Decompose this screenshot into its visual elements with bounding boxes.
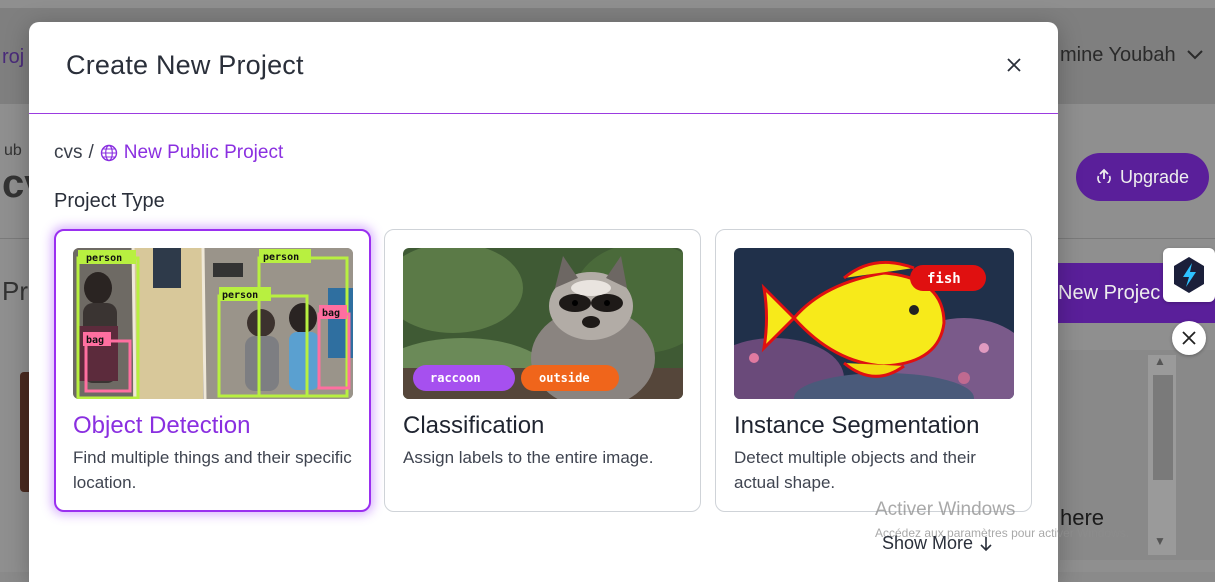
breadcrumb: cvs / New Public Project (54, 142, 283, 164)
background-section-title: Pr (2, 276, 28, 306)
arrow-down-icon (980, 536, 992, 551)
upgrade-label: Upgrade (1119, 166, 1190, 187)
label-raccoon: raccoon (430, 371, 481, 385)
instance-segmentation-preview-image: fish (734, 248, 1014, 399)
extension-badge[interactable] (1163, 248, 1215, 302)
extension-close-button[interactable] (1172, 321, 1206, 355)
card-description: Find multiple things and their specific … (73, 448, 352, 492)
create-project-modal: Create New Project cvs / New Public Proj… (29, 22, 1129, 582)
close-icon (1182, 331, 1196, 345)
upgrade-button: Upgrade (1076, 153, 1209, 201)
scroll-up-arrow-icon: ▲ (1154, 354, 1166, 368)
user-name: mine Youbah (1060, 44, 1176, 66)
upload-icon (1096, 167, 1112, 188)
project-type-card-instance-segmentation[interactable]: fish Instance Segmentation Detect multip… (715, 229, 1032, 512)
card-description: Assign labels to the entire image. (403, 448, 654, 467)
label-person-2: person (263, 252, 299, 263)
background-workspace-link: roj (2, 46, 25, 68)
globe-icon (100, 144, 117, 162)
card-title: Object Detection (73, 412, 251, 439)
modal-header: Create New Project (29, 22, 1058, 114)
card-title: Classification (403, 412, 545, 439)
windows-activation-title: Activer Windows (875, 499, 1016, 520)
breadcrumb-project-name: New Public Project (123, 142, 284, 163)
label-outside: outside (539, 371, 590, 385)
breadcrumb-separator: / (88, 142, 94, 163)
background-scrollbar-thumb (1153, 375, 1173, 480)
label-person-1: person (86, 253, 122, 264)
card-description: Detect multiple objects and their actual… (734, 448, 976, 492)
chevron-down-icon (1186, 45, 1204, 66)
background-breadcrumb: ub (4, 142, 22, 159)
scroll-down-arrow-icon: ▼ (1154, 534, 1166, 548)
user-menu: mine Youbah (1060, 44, 1204, 67)
show-more-label: Show More (882, 533, 974, 553)
close-icon (1007, 58, 1021, 72)
label-person-3: person (222, 290, 258, 301)
project-type-label: Project Type (54, 190, 165, 212)
card-title: Instance Segmentation (734, 412, 980, 439)
project-type-card-classification[interactable]: raccoon outside Classification Assign la… (384, 229, 701, 512)
classification-preview-image: raccoon outside (403, 248, 683, 399)
modal-title: Create New Project (66, 50, 304, 80)
project-type-card-object-detection[interactable]: person person person bag bag Object Dete… (54, 229, 371, 512)
breadcrumb-project[interactable]: New Public Project (100, 142, 283, 164)
breadcrumb-workspace[interactable]: cvs (54, 142, 83, 164)
modal-close-button[interactable] (1001, 52, 1027, 78)
object-detection-preview-image: person person person bag bag (73, 248, 353, 399)
label-bag-1: bag (86, 335, 104, 346)
label-fish: fish (927, 271, 961, 287)
extension-logo-icon (1174, 257, 1204, 293)
show-more-button[interactable]: Show More (882, 533, 993, 554)
label-bag-2: bag (322, 308, 340, 319)
